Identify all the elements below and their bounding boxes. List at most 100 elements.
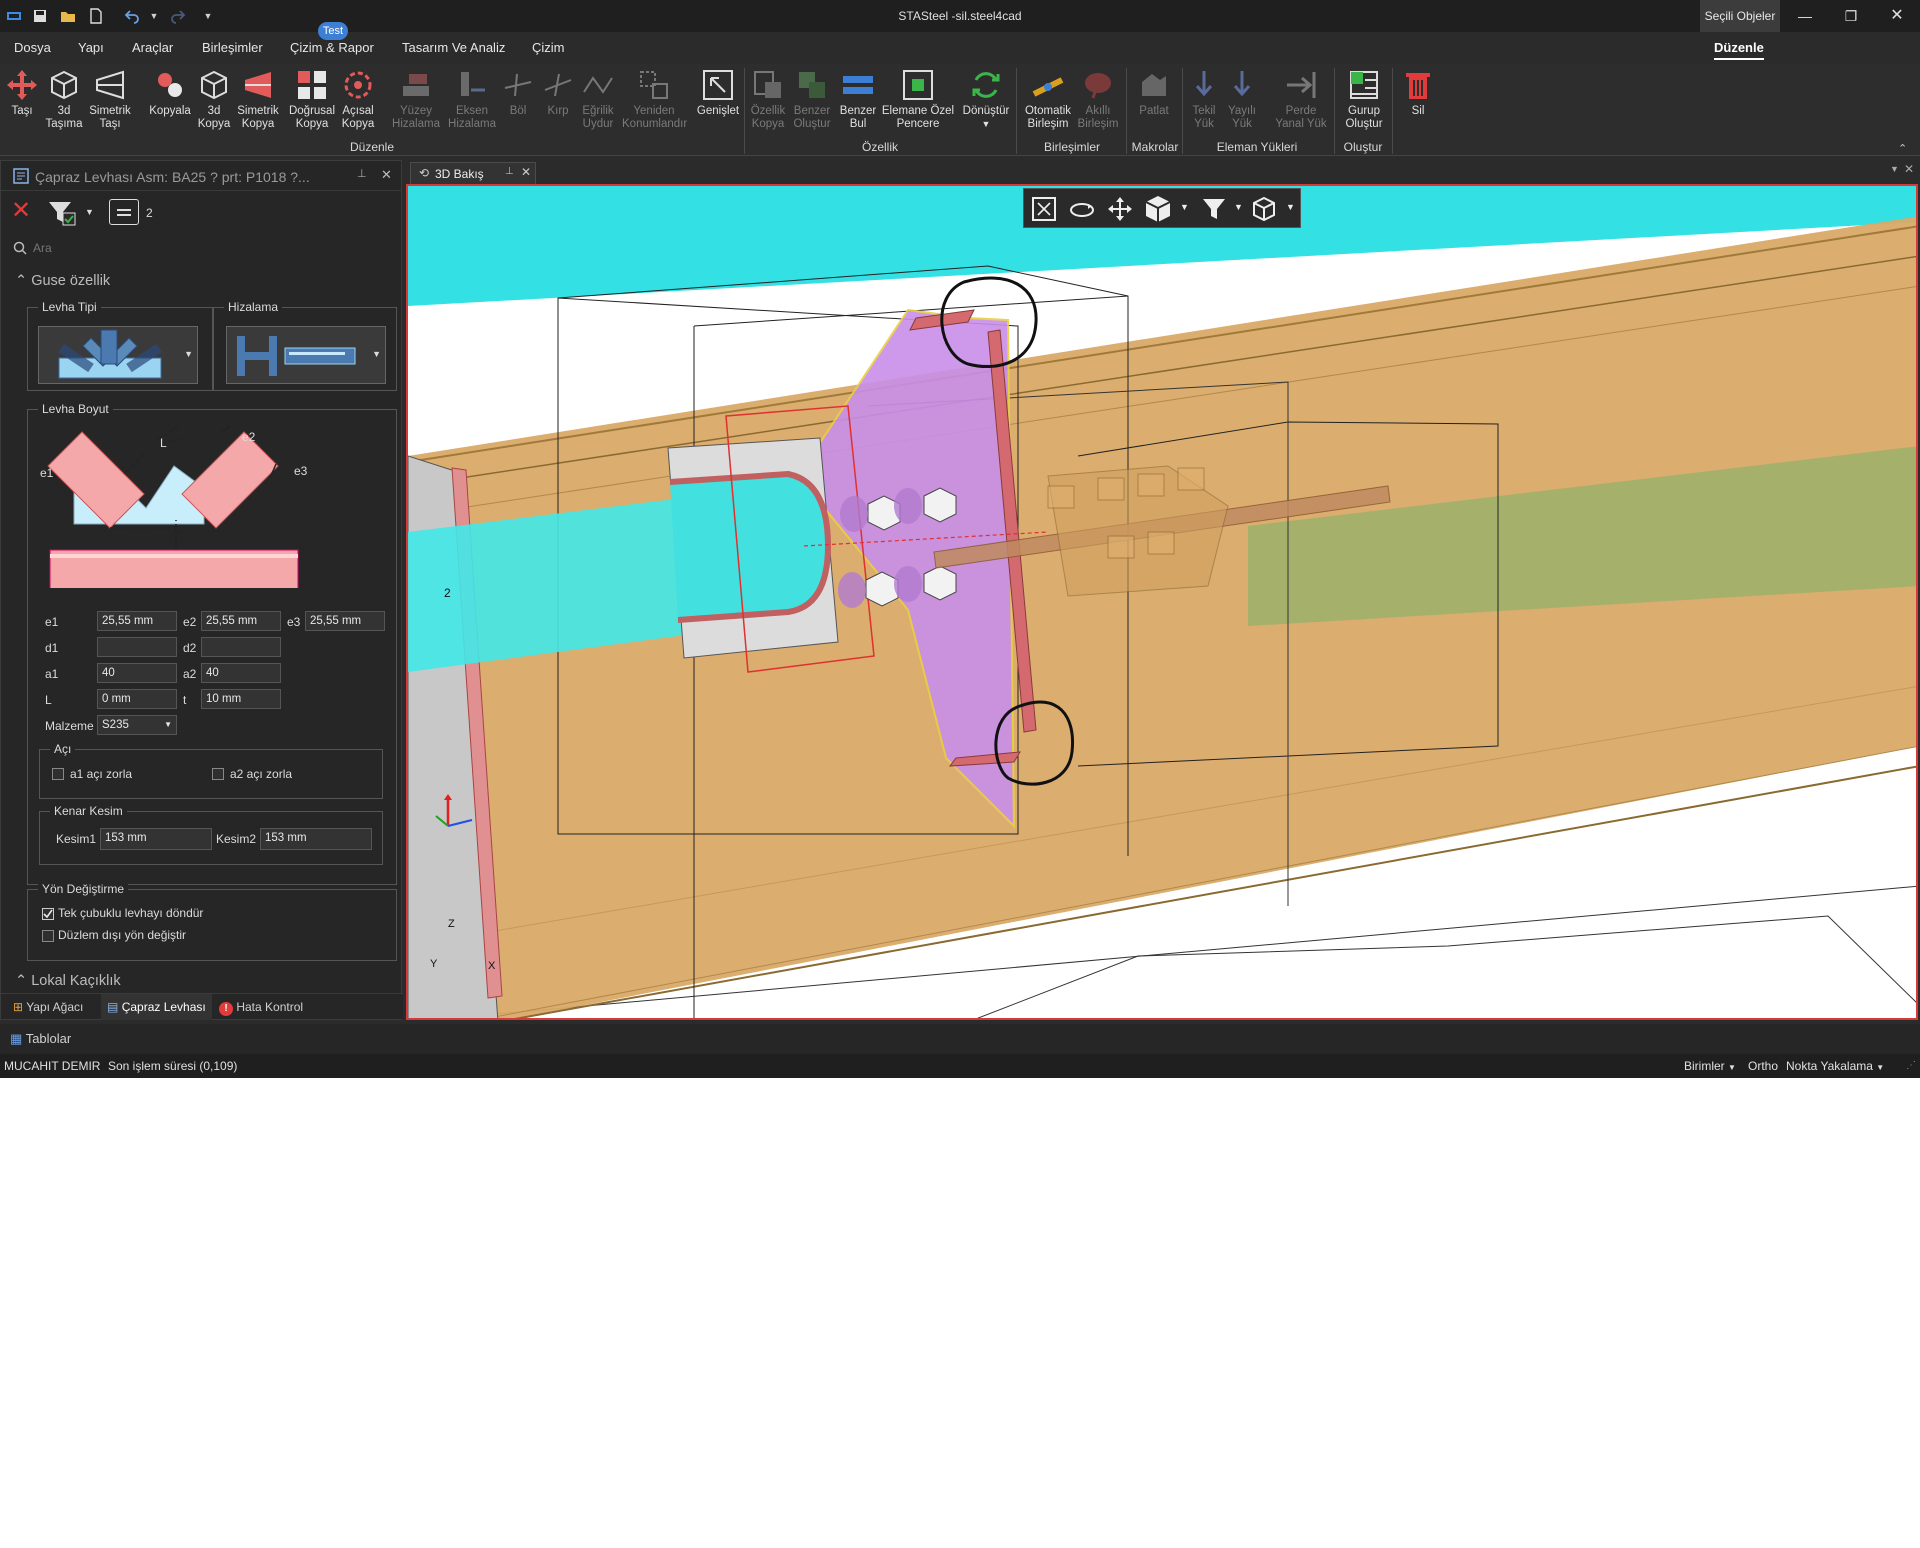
tables-button[interactable]: ▦ Tablolar bbox=[10, 1031, 71, 1047]
section-guse-toggle[interactable]: ⌃ Guse özellik bbox=[15, 273, 110, 289]
menu-tasarim-analiz[interactable]: Tasarım Ve Analiz bbox=[402, 40, 505, 55]
delete-button[interactable]: Sil bbox=[1394, 66, 1442, 118]
wall-lateral-load-button[interactable]: Perde Yanal Yük bbox=[1270, 66, 1332, 131]
tab-close-icon[interactable]: ✕ bbox=[521, 165, 531, 179]
filter-dropdown-icon[interactable]: ▼ bbox=[85, 207, 94, 217]
menu-cizim-rapor[interactable]: Çizim & Rapor bbox=[290, 40, 374, 55]
explode-button[interactable]: Patlat bbox=[1130, 66, 1178, 118]
plate-type-select[interactable]: ▼ bbox=[38, 326, 198, 384]
material-select[interactable]: S235 ▼ bbox=[97, 715, 177, 735]
wall-lateral-load-label-2: Yanal Yük bbox=[1275, 118, 1327, 130]
restore-icon[interactable]: ❐ bbox=[1828, 0, 1874, 32]
mirror-move-button[interactable]: Simetrik Taşı bbox=[86, 66, 134, 131]
menu-yapi[interactable]: Yapı bbox=[78, 40, 104, 55]
point-load-label-2: Yük bbox=[1194, 118, 1214, 130]
render-mode-dropdown-icon[interactable]: ▼ bbox=[1286, 202, 1295, 212]
L-input[interactable]: 0 mm bbox=[97, 689, 177, 709]
linear-copy-button[interactable]: Doğrusal Kopya bbox=[288, 66, 336, 131]
selected-objects-button[interactable]: Seçili Objeler bbox=[1700, 0, 1780, 32]
resize-grip-icon[interactable]: ⋰ bbox=[1906, 1060, 1916, 1071]
axis-z-label: Z bbox=[448, 918, 455, 930]
view-filter-dropdown-icon[interactable]: ▼ bbox=[1234, 202, 1243, 212]
convert-button[interactable]: Dönüştür ▼ bbox=[960, 66, 1012, 131]
auto-connection-button[interactable]: Otomatik Birleşim bbox=[1020, 66, 1076, 131]
ortho-toggle[interactable]: Ortho bbox=[1748, 1059, 1778, 1073]
menu-cizim[interactable]: Çizim bbox=[532, 40, 565, 55]
tab-pin-icon[interactable]: ⊥ bbox=[505, 166, 514, 177]
tabs-dropdown-icon[interactable]: ▼ bbox=[1890, 164, 1899, 174]
view-cube-icon[interactable] bbox=[1142, 193, 1174, 225]
snap-menu[interactable]: Nokta Yakalama ▼ bbox=[1786, 1059, 1884, 1073]
zoom-extents-icon[interactable] bbox=[1030, 195, 1058, 223]
section-lokal-toggle[interactable]: ⌃ Lokal Kaçıklık bbox=[15, 973, 121, 989]
error-icon: ! bbox=[219, 1002, 233, 1016]
fit-curve-button[interactable]: Eğrilik Uydur bbox=[574, 66, 622, 131]
equals-toggle[interactable] bbox=[109, 199, 139, 225]
collapse-ribbon-icon[interactable]: ⌃ bbox=[1898, 142, 1907, 155]
tab-3d-view[interactable]: ⟲ 3D Bakış ⊥ ✕ bbox=[410, 162, 536, 184]
create-similar-button[interactable]: Benzer Oluştur bbox=[788, 66, 836, 131]
find-similar-label-2: Bul bbox=[849, 118, 867, 130]
pan-icon[interactable] bbox=[1106, 195, 1134, 223]
surface-align-button[interactable]: Yüzey Hizalama bbox=[392, 66, 440, 131]
viewport-close-icon[interactable]: ✕ bbox=[1904, 162, 1914, 176]
tab-duzenle[interactable]: Düzenle bbox=[1714, 40, 1764, 60]
clear-icon[interactable]: ✕ bbox=[11, 199, 31, 223]
orbit-icon[interactable] bbox=[1068, 195, 1096, 223]
tab-error-check[interactable]: ! Hata Kontrol bbox=[219, 1000, 303, 1016]
3d-viewport[interactable]: 2 Z Y X bbox=[406, 184, 1918, 1020]
convert-dropdown-icon[interactable]: ▼ bbox=[982, 119, 991, 129]
render-mode-icon[interactable] bbox=[1250, 195, 1278, 223]
rotate-single-bar-checkbox[interactable] bbox=[42, 908, 54, 920]
d1-input[interactable] bbox=[97, 637, 177, 657]
menu-araclar[interactable]: Araçlar bbox=[132, 40, 173, 55]
t-input[interactable]: 10 mm bbox=[201, 689, 281, 709]
view-toolbar: ▼ ▼ ▼ bbox=[1023, 188, 1301, 228]
copy-properties-button[interactable]: Özellik Kopya bbox=[744, 66, 792, 131]
copy-properties-label-1: Özellik bbox=[750, 105, 786, 117]
axis-align-button[interactable]: Eksen Hizalama bbox=[448, 66, 496, 131]
close-window-icon[interactable]: ✕ bbox=[1874, 0, 1920, 32]
a2-input[interactable]: 40 bbox=[201, 663, 281, 683]
tab-structure-tree[interactable]: ⊞ Yapı Ağacı bbox=[13, 1000, 83, 1014]
create-group-button[interactable]: Gurup Oluştur bbox=[1338, 66, 1390, 131]
find-similar-button[interactable]: Benzer Bul bbox=[834, 66, 882, 131]
tab-cross-plate[interactable]: ▤ Çapraz Levhası bbox=[101, 994, 212, 1020]
view-cube-dropdown-icon[interactable]: ▼ bbox=[1180, 202, 1189, 212]
element-window-button[interactable]: Elemane Özel Pencere bbox=[878, 66, 958, 131]
search-input[interactable] bbox=[33, 237, 393, 259]
view-filter-icon[interactable] bbox=[1200, 195, 1228, 223]
e3-input[interactable]: 25,55 mm bbox=[305, 611, 385, 631]
fit-curve-label-2: Uydur bbox=[582, 118, 614, 130]
menu-dosya[interactable]: Dosya bbox=[14, 40, 51, 55]
out-of-plane-checkbox[interactable] bbox=[42, 930, 54, 942]
filter-check-icon[interactable] bbox=[47, 199, 77, 227]
kesim2-input[interactable]: 153 mm bbox=[260, 828, 372, 850]
e2-input[interactable]: 25,55 mm bbox=[201, 611, 281, 631]
close-panel-icon[interactable]: ✕ bbox=[381, 167, 392, 183]
copy-3d-label-2: Kopya bbox=[197, 118, 231, 130]
a1-input[interactable]: 40 bbox=[97, 663, 177, 683]
alignment-select[interactable]: ▼ bbox=[226, 326, 386, 384]
panel-title: Çapraz Levhası Asm: BA25 ? prt: P1018 ?.… bbox=[35, 169, 310, 185]
move-3d-button[interactable]: 3d Taşıma bbox=[40, 66, 88, 131]
tree-icon: ⊞ bbox=[13, 1000, 24, 1014]
copy-3d-button[interactable]: 3d Kopya bbox=[190, 66, 238, 131]
angular-copy-button[interactable]: Açısal Kopya bbox=[334, 66, 382, 131]
units-menu[interactable]: Birimler ▼ bbox=[1684, 1059, 1736, 1073]
extend-button[interactable]: Genişlet bbox=[692, 66, 744, 118]
d2-input[interactable] bbox=[201, 637, 281, 657]
minimize-icon[interactable]: — bbox=[1782, 0, 1828, 32]
copy-button[interactable]: Kopyala bbox=[146, 66, 194, 118]
menu-birlesimler[interactable]: Birleşimler bbox=[202, 40, 263, 55]
a1-force-checkbox[interactable] bbox=[52, 768, 64, 780]
e1-input[interactable]: 25,55 mm bbox=[97, 611, 177, 631]
pin-icon[interactable]: ⊥ bbox=[357, 167, 367, 180]
smart-connection-button[interactable]: Akıllı Birleşim bbox=[1074, 66, 1122, 131]
reposition-button[interactable]: Yeniden Konumlandır bbox=[622, 66, 687, 131]
mirror-copy-button[interactable]: Simetrik Kopya bbox=[234, 66, 282, 131]
axis-x-label: X bbox=[488, 960, 496, 972]
kesim1-input[interactable]: 153 mm bbox=[100, 828, 212, 850]
distributed-load-button[interactable]: Yayılı Yük bbox=[1218, 66, 1266, 131]
a2-force-checkbox[interactable] bbox=[212, 768, 224, 780]
